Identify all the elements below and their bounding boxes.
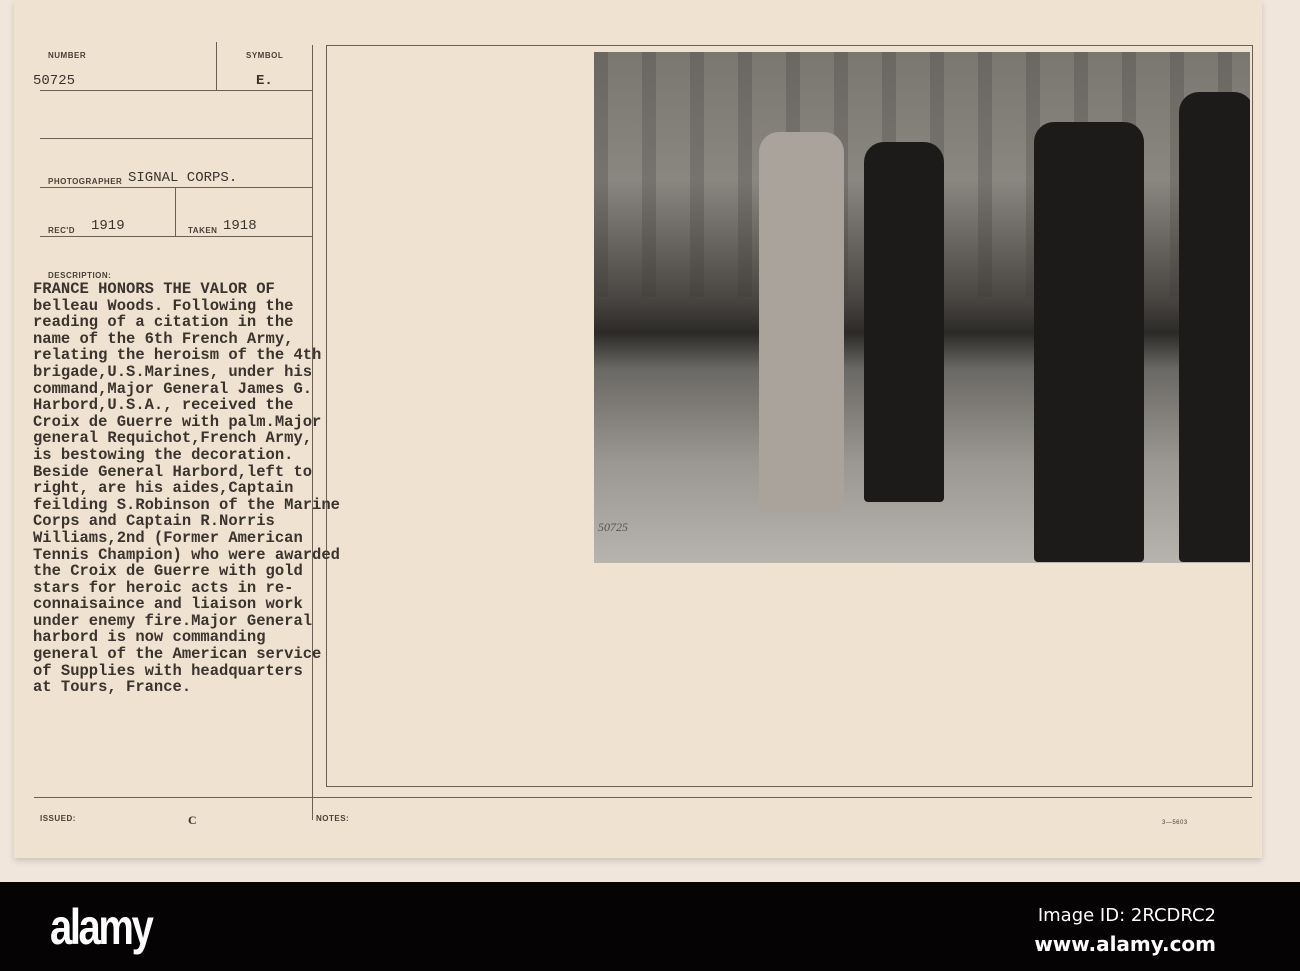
description-text: FRANCE HONORS THE VALOR OF belleau Woods.…: [33, 281, 340, 696]
description-line: Tennis Champion) who were awarded: [33, 545, 340, 564]
description-line: under enemy fire.Major General: [33, 611, 313, 630]
description-line: connaisaince and liaison work: [33, 595, 303, 614]
site-url: www.alamy.com: [1034, 932, 1216, 956]
description-line: command,Major General James G.: [33, 379, 313, 398]
number-label: NUMBER: [48, 51, 87, 60]
description-line: general of the American service: [33, 645, 322, 664]
description-line: reading of a citation in the: [33, 313, 294, 332]
description-label: DESCRIPTION:: [48, 271, 112, 280]
divider: [40, 236, 312, 237]
description-line: feilding S.Robinson of the Marine: [33, 495, 340, 514]
description-line: belleau Woods. Following the: [33, 296, 294, 315]
description-line: name of the 6th French Army,: [33, 329, 294, 348]
description-line: of Supplies with headquarters: [33, 661, 303, 680]
divider: [175, 187, 176, 236]
symbol-label: SYMBOL: [246, 51, 284, 60]
symbol-value: E.: [256, 73, 273, 89]
general-harbord-figure: [864, 142, 944, 502]
description-line: is bestowing the decoration.: [33, 445, 294, 464]
historical-photograph: [594, 52, 1250, 563]
description-line: relating the heroism of the 4th: [33, 346, 322, 365]
alamy-logo: alamy: [50, 899, 154, 955]
watermark-band: [0, 882, 1300, 971]
photographer-value: SIGNAL CORPS.: [128, 170, 238, 186]
notes-label: NOTES:: [316, 814, 350, 823]
description-line: FRANCE HONORS THE VALOR OF: [33, 280, 275, 298]
taken-value: 1918: [223, 218, 257, 234]
french-general-figure: [759, 132, 844, 512]
issued-label: ISSUED:: [40, 814, 76, 823]
description-line: Corps and Captain R.Norris: [33, 512, 275, 531]
description-line: Harbord,U.S.A., received the: [33, 396, 294, 415]
description-line: brigade,U.S.Marines, under his: [33, 362, 313, 381]
photographer-label: PHOTOGRAPHER: [48, 177, 123, 186]
issued-mark: C: [188, 813, 197, 827]
description-line: Beside General Harbord,left to: [33, 462, 313, 481]
divider: [40, 138, 312, 139]
photo-stamp: 50725: [598, 520, 628, 534]
description-line: harbord is now commanding: [33, 628, 266, 647]
divider: [40, 187, 312, 188]
aide-figure: [1179, 92, 1250, 562]
description-line: stars for heroic acts in re-: [33, 578, 294, 597]
image-id: Image ID: 2RCDRC2: [1037, 905, 1216, 926]
description-line: general Requichot,French Army,: [33, 429, 313, 448]
divider: [40, 90, 312, 91]
form-number: 3—5603: [1162, 820, 1188, 826]
divider: [216, 42, 217, 90]
recd-label: REC'D: [48, 226, 76, 235]
description-line: the Croix de Guerre with gold: [33, 562, 303, 581]
description-line: right, are his aides,Captain: [33, 479, 294, 498]
aide-figure: [1034, 122, 1144, 562]
description-line: at Tours, France.: [33, 678, 192, 697]
description-line: Croix de Guerre with palm.Major: [33, 412, 322, 431]
description-line: Williams,2nd (Former American: [33, 528, 303, 547]
taken-label: TAKEN: [188, 226, 218, 235]
recd-value: 1919: [91, 218, 125, 234]
number-value: 50725: [33, 73, 76, 89]
divider: [34, 797, 1252, 798]
